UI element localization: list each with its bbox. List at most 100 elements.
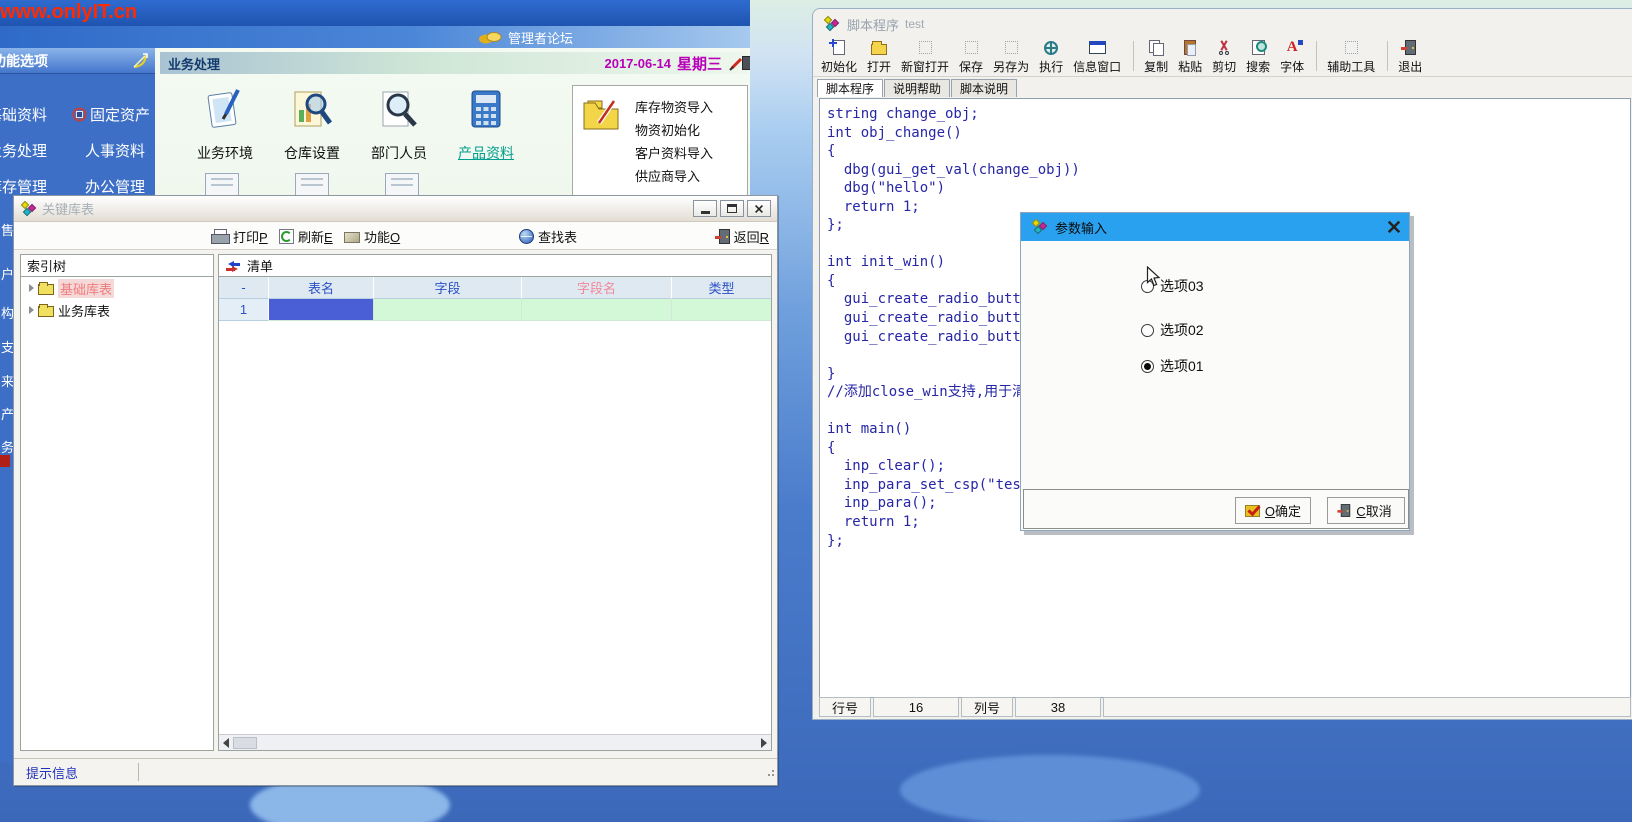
key-tables-title: 关键库表 [42, 199, 94, 218]
print-button[interactable]: 打印P [211, 226, 268, 246]
paste-icon [1184, 40, 1196, 55]
menu-item-init-materials[interactable]: 物资初始化 [635, 119, 713, 142]
column-header-type[interactable]: 类型 [672, 277, 771, 299]
shortcut-department-staff[interactable]: 部门人员 [357, 86, 441, 163]
scroll-right-icon[interactable] [761, 738, 767, 748]
copy-button[interactable]: 复制 [1144, 39, 1168, 75]
exit-icon[interactable] [742, 56, 750, 70]
sidebar-item-business[interactable]: 业务处理 [0, 140, 47, 160]
expand-arrow-icon[interactable] [29, 284, 34, 292]
app-diamonds-icon [823, 16, 841, 32]
open-new-window-button[interactable]: 新窗打开 [901, 39, 949, 75]
bow-arrow-icon [131, 52, 149, 70]
column-number-label: 列号 [961, 697, 1013, 717]
function-button[interactable]: 功能O [344, 226, 400, 246]
cancel-button[interactable]: C取消 [1327, 497, 1405, 524]
forum-banner-label: 管理者论坛 [508, 28, 573, 47]
refresh-button[interactable]: 刷新E [279, 226, 333, 246]
main-titlebar[interactable]: www.onlyIT.cn [0, 0, 750, 26]
status-spacer [1103, 697, 1631, 717]
forum-banner[interactable]: 管理者论坛 [0, 26, 750, 48]
save-button[interactable]: 保存 [959, 39, 983, 75]
sidebar-item-office[interactable]: 办公管理 [85, 176, 145, 196]
sidebar-item-hr[interactable]: 人事资料 [85, 140, 145, 160]
cut-button[interactable]: 剪切 [1212, 39, 1236, 75]
table-cell[interactable] [522, 299, 672, 321]
menu-item-import-customers[interactable]: 客户资料导入 [635, 142, 713, 165]
column-header-index[interactable]: - [219, 277, 269, 299]
column-header-field[interactable]: 字段 [374, 277, 522, 299]
dialog-titlebar[interactable]: 参数输入 [1021, 213, 1409, 241]
tab-script-notes[interactable]: 脚本说明 [951, 79, 1017, 97]
save-as-button[interactable]: 另存为 [993, 39, 1029, 75]
find-table-button[interactable]: 查找表 [519, 226, 577, 246]
shortcut-partial-icon[interactable] [385, 173, 419, 197]
exit-door-icon [1405, 40, 1416, 55]
radio-option-02[interactable]: 选项02 [1141, 320, 1204, 340]
shortcut-warehouse-setup[interactable]: 仓库设置 [270, 86, 354, 163]
table-header-row: - 表名 字段 字段名 类型 [219, 277, 771, 299]
maximize-button[interactable] [720, 200, 744, 217]
open-button[interactable]: 打开 [867, 39, 891, 75]
script-window-subtitle: test [905, 17, 924, 31]
table-row: 1 [219, 299, 771, 321]
resize-grip[interactable] [766, 768, 774, 776]
aux-tools-button[interactable]: 辅助工具 [1327, 39, 1375, 75]
ok-button[interactable]: O确定 [1235, 497, 1311, 524]
minimize-button[interactable] [693, 200, 717, 217]
table-cell[interactable] [374, 299, 522, 321]
sidebar-header: 功能选项 [0, 48, 155, 74]
exit-door-icon [1341, 504, 1350, 517]
folder-icon [38, 306, 54, 317]
tree-item-business-tables[interactable]: 业务库表 [21, 299, 213, 321]
shortcut-partial-icon[interactable] [295, 173, 329, 197]
status-message: 提示信息 [26, 763, 78, 782]
expand-arrow-icon[interactable] [29, 306, 34, 314]
key-tables-window: 关键库表 打印P 刷新E 功能O 查找表 返回R 索引树 [13, 195, 778, 786]
exit-button[interactable]: 退出 [1398, 39, 1422, 75]
dialog-close-icon[interactable] [1388, 218, 1401, 237]
printer-icon [211, 229, 229, 244]
run-button[interactable]: 执行 [1039, 39, 1063, 75]
status-divider [138, 763, 139, 781]
row-number-cell[interactable]: 1 [219, 299, 269, 321]
menu-item-import-inventory[interactable]: 库存物资导入 [635, 96, 713, 119]
radio-option-01[interactable]: 选项01 [1141, 356, 1204, 376]
return-button[interactable]: 返回R [719, 226, 769, 246]
sidebar-item-base-data[interactable]: 基础资料 [0, 104, 47, 124]
key-tables-titlebar[interactable]: 关键库表 [14, 196, 777, 222]
mouse-cursor [1146, 266, 1161, 287]
shortcut-business-env[interactable]: 业务环境 [183, 86, 267, 163]
search-icon [1252, 40, 1265, 55]
column-header-table-name[interactable]: 表名 [269, 277, 374, 299]
tab-help[interactable]: 说明帮助 [884, 79, 950, 97]
menu-item-import-suppliers[interactable]: 供应商导入 [635, 165, 713, 188]
script-titlebar[interactable]: 脚本程序 test [813, 11, 1632, 37]
table-cell[interactable] [672, 299, 771, 321]
column-header-field-name[interactable]: 字段名 [522, 277, 672, 299]
sidebar-item-fixed-assets[interactable]: 固定资产 [72, 104, 150, 124]
shortcut-partial-icon[interactable] [205, 173, 239, 197]
radio-circle-selected[interactable] [1141, 360, 1154, 373]
message-window-icon [1089, 41, 1106, 54]
exit-door-icon [719, 229, 730, 244]
tab-script[interactable]: 脚本程序 [817, 79, 883, 97]
init-button[interactable]: 初始化 [821, 39, 857, 75]
dialog-title: 参数输入 [1055, 218, 1107, 237]
search-button[interactable]: 搜索 [1246, 39, 1270, 75]
message-window-button[interactable]: 信息窗口 [1073, 39, 1121, 75]
disabled-icon [965, 41, 978, 54]
tree-item-base-tables[interactable]: 基础库表 [21, 277, 213, 299]
paste-button[interactable]: 粘贴 [1178, 39, 1202, 75]
horizontal-scrollbar[interactable] [219, 734, 771, 750]
close-button[interactable] [747, 200, 771, 217]
table-cell-selected[interactable] [269, 299, 374, 321]
radio-circle[interactable] [1141, 324, 1154, 337]
scroll-left-icon[interactable] [223, 738, 229, 748]
sidebar-item-inventory[interactable]: 库存管理 [0, 176, 47, 196]
shortcut-product-data[interactable]: 产品资料 [444, 86, 528, 163]
font-button[interactable]: A字体 [1280, 39, 1304, 75]
font-icon: A [1287, 40, 1298, 55]
scrollbar-thumb[interactable] [233, 737, 257, 749]
toolbar-separator [1316, 41, 1317, 71]
